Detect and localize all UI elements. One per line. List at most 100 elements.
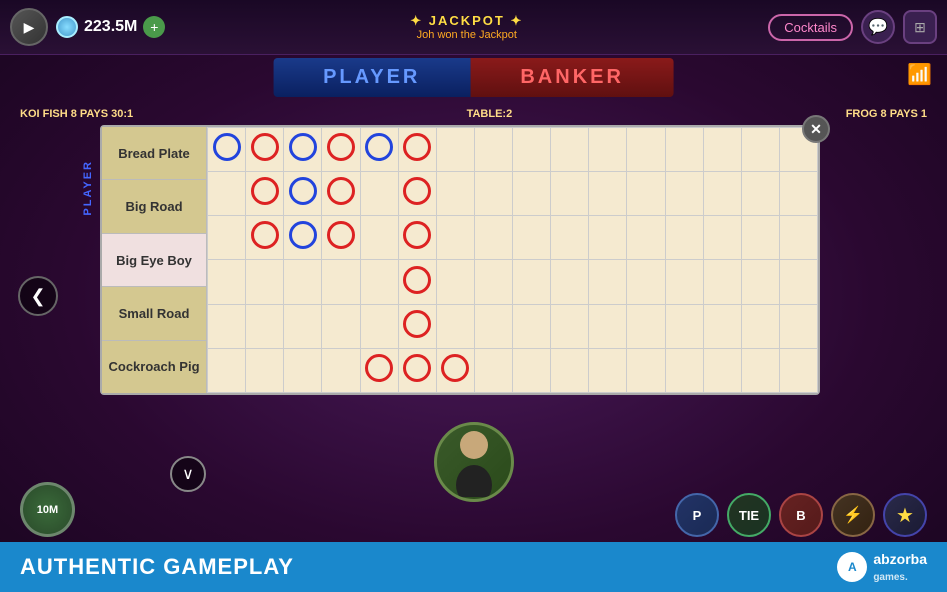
grid-cell (551, 172, 589, 216)
stats-left: KOI FISH 8 PAYS 30:1 (20, 108, 133, 120)
grid-cell (513, 304, 551, 348)
grid-cell (284, 348, 322, 392)
grid-cell (551, 128, 589, 172)
chat-button[interactable]: 💬 (861, 10, 895, 44)
stats-bar: KOI FISH 8 PAYS 30:1 TABLE:2 FROG 8 PAYS… (0, 108, 947, 120)
grid-cell (741, 260, 779, 304)
bottom-bar: AUTHENTIC GAMEPLAY A abzorba games. (0, 542, 947, 592)
top-bar: ▶ 223.5M + ✦ JACKPOT ✦ Joh won the Jackp… (0, 0, 947, 55)
grid-cell (741, 172, 779, 216)
grid-cell (513, 128, 551, 172)
grid-cell (360, 128, 398, 172)
avatar-image (449, 427, 499, 497)
grid-cell (360, 304, 398, 348)
grid-cell (246, 304, 284, 348)
grid-cell (284, 172, 322, 216)
grid-cell (779, 216, 817, 260)
grid-cell (627, 172, 665, 216)
star-icon: ★ (896, 503, 914, 528)
grid-cell (436, 172, 474, 216)
grid-cell (665, 216, 703, 260)
grid-cell (322, 304, 360, 348)
down-arrow-icon: ∨ (182, 464, 194, 484)
stats-center: TABLE:2 (467, 108, 513, 120)
grid-cell (513, 172, 551, 216)
special-button-1[interactable]: ⚡ (831, 493, 875, 537)
grid-cell (703, 304, 741, 348)
grid-cell (436, 128, 474, 172)
grid-cell (208, 172, 246, 216)
grid-cell (551, 348, 589, 392)
jackpot-subtitle: Joh won the Jackpot (417, 29, 517, 41)
road-label-cockroach-pig[interactable]: Cockroach Pig (102, 341, 206, 393)
grid-cell (551, 304, 589, 348)
grid-cell (246, 172, 284, 216)
grid-cell (398, 128, 436, 172)
road-label-small-road[interactable]: Small Road (102, 287, 206, 340)
player-btn-label: P (693, 508, 702, 523)
grid-cell (779, 172, 817, 216)
add-coins-button[interactable]: + (143, 16, 165, 38)
grid-cell (474, 172, 512, 216)
abzorba-logo: A abzorba games. (837, 551, 927, 583)
grid-button[interactable]: ⊞ (903, 10, 937, 44)
grid-cell (589, 348, 627, 392)
tie-bet-button[interactable]: TIE (727, 493, 771, 537)
grid-cell (589, 304, 627, 348)
grid-cell (208, 260, 246, 304)
grid-cell (627, 216, 665, 260)
grid-cell (779, 348, 817, 392)
road-label-big-road[interactable]: Big Road (102, 180, 206, 233)
grid-cell (741, 216, 779, 260)
grid-cell (360, 172, 398, 216)
nav-left-arrow[interactable]: ❮ (18, 276, 58, 316)
grid-cell (322, 216, 360, 260)
grid-cell (436, 348, 474, 392)
chat-icon: 💬 (868, 17, 888, 37)
road-label-big-eye-boy[interactable]: Big Eye Boy (102, 234, 206, 287)
grid-cell (284, 260, 322, 304)
grid-cell (284, 216, 322, 260)
down-arrow-button[interactable]: ∨ (170, 456, 206, 492)
play-button[interactable]: ▶ (10, 8, 48, 46)
bead-plate-table (207, 127, 818, 393)
grid-cell (208, 348, 246, 392)
tie-btn-label: TIE (739, 508, 759, 523)
grid-cell (665, 304, 703, 348)
grid-cell (360, 216, 398, 260)
grid-cell (436, 216, 474, 260)
banker-bet-button[interactable]: B (779, 493, 823, 537)
grid-cell (665, 260, 703, 304)
grid-cell (474, 128, 512, 172)
road-label-bread-plate[interactable]: Bread Plate (102, 127, 206, 180)
grid-cell (474, 260, 512, 304)
side-player-label: PLAYER (82, 160, 94, 216)
grid-cell (741, 304, 779, 348)
star-button[interactable]: ★ (883, 493, 927, 537)
stats-right: FROG 8 PAYS 1 (846, 108, 927, 120)
grid-cell (703, 172, 741, 216)
player-bet-button[interactable]: P (675, 493, 719, 537)
game-buttons-row: P TIE B ⚡ ★ (675, 493, 927, 537)
grid-cell (627, 128, 665, 172)
play-icon: ▶ (24, 19, 35, 36)
banker-label: BANKER (470, 58, 674, 97)
grid-cell (665, 172, 703, 216)
grid-cell (246, 260, 284, 304)
coin-amount: 223.5M (84, 18, 137, 36)
grid-cell (474, 216, 512, 260)
grid-cell (322, 172, 360, 216)
grid-cell (589, 172, 627, 216)
cocktails-button[interactable]: Cocktails (768, 14, 853, 41)
close-scoreboard-button[interactable]: ✕ (802, 115, 830, 143)
grid-cell (436, 260, 474, 304)
grid-cell (284, 128, 322, 172)
grid-cell (779, 260, 817, 304)
grid-cell (208, 216, 246, 260)
chips-area: 10M (20, 482, 75, 537)
grid-cell (398, 304, 436, 348)
grid-cell (627, 348, 665, 392)
grid-cell (322, 260, 360, 304)
chip-10m[interactable]: 10M (20, 482, 75, 537)
coin-icon (56, 16, 78, 38)
